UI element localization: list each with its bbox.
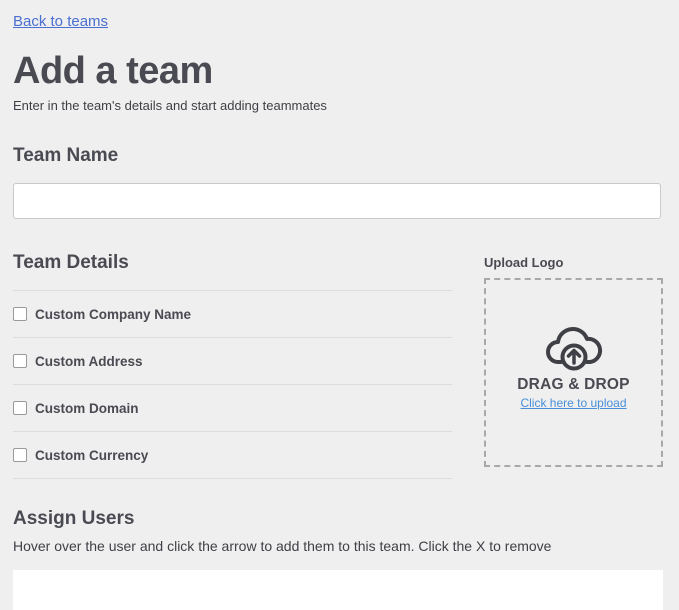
team-name-heading: Team Name [13,145,119,166]
upload-logo-label: Upload Logo [484,255,564,270]
page-subtitle: Enter in the team's details and start ad… [13,98,327,113]
option-label: Custom Currency [35,447,149,463]
option-label: Custom Domain [35,400,139,416]
drag-drop-text: DRAG & DROP [517,376,630,393]
custom-currency-checkbox[interactable] [13,448,27,462]
option-label: Custom Company Name [35,306,192,322]
click-to-upload-link[interactable]: Click here to upload [520,396,626,410]
custom-domain-checkbox[interactable] [13,401,27,415]
users-panel[interactable] [13,570,663,610]
option-label: Custom Address [35,353,143,369]
logo-dropzone[interactable]: DRAG & DROP Click here to upload [484,278,663,467]
assign-users-heading: Assign Users [13,508,135,529]
team-details-list: Custom Company Name Custom Address Custo… [13,290,452,479]
custom-address-checkbox[interactable] [13,354,27,368]
team-details-heading: Team Details [13,252,129,273]
option-custom-company-name[interactable]: Custom Company Name [13,291,452,338]
back-to-teams-link[interactable]: Back to teams [13,13,108,30]
option-custom-domain[interactable]: Custom Domain [13,385,452,432]
assign-users-hint: Hover over the user and click the arrow … [13,538,552,554]
cloud-upload-icon [545,327,602,371]
option-custom-address[interactable]: Custom Address [13,338,452,385]
option-custom-currency[interactable]: Custom Currency [13,432,452,479]
team-name-input[interactable] [13,183,661,219]
page-title: Add a team [13,50,213,92]
custom-company-name-checkbox[interactable] [13,307,27,321]
